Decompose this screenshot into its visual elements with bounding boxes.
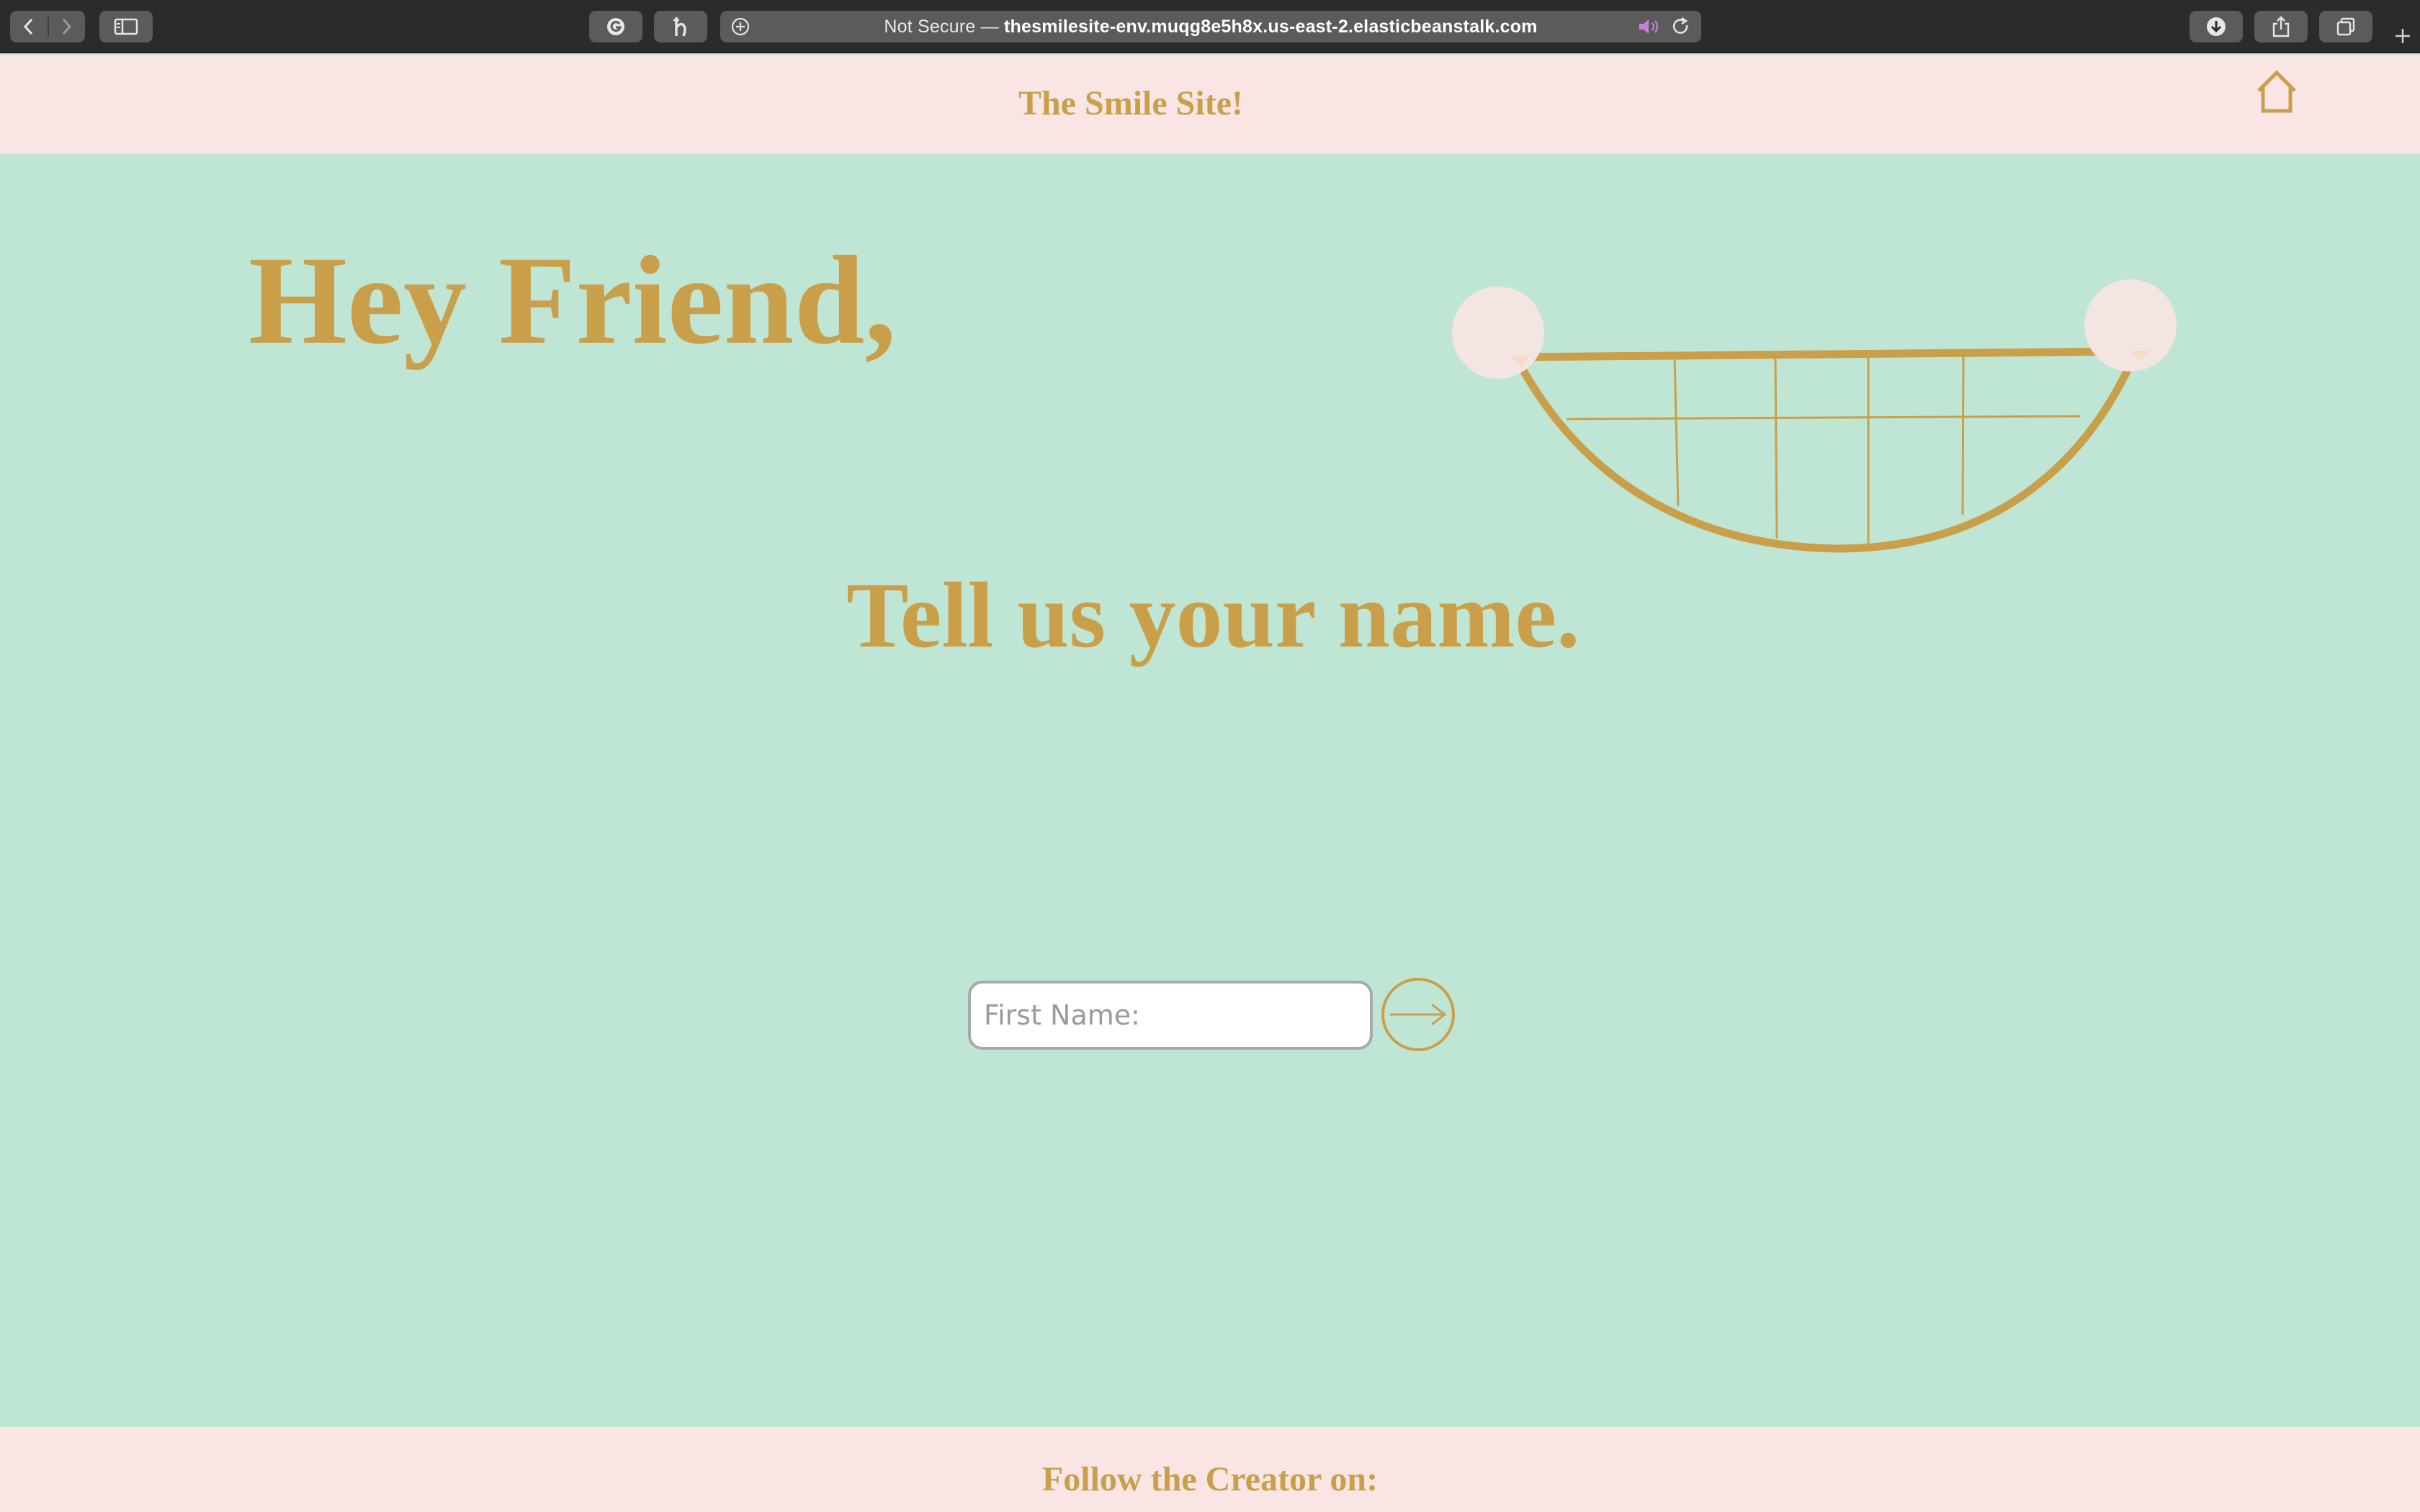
back-icon[interactable]	[10, 11, 48, 42]
address-bar[interactable]: Not Secure — thesmilesite-env.muqg8e5h8x…	[720, 11, 1701, 42]
left-dimple	[1452, 287, 1544, 379]
address-text[interactable]: Not Secure — thesmilesite-env.muqg8e5h8x…	[720, 11, 1701, 42]
smile-illustration	[1452, 279, 2177, 553]
share-icon[interactable]	[2254, 11, 2308, 42]
speaker-icon[interactable]	[1636, 11, 1662, 42]
teeth-line	[1566, 415, 2081, 420]
site-footer: Follow the Creator on:	[0, 1427, 2420, 1512]
site-title[interactable]: The Smile Site!	[1016, 84, 1246, 123]
grammarly-icon[interactable]	[589, 11, 642, 42]
forward-icon[interactable]	[48, 11, 85, 42]
browser-toolbar: Not Secure — thesmilesite-env.muqg8e5h8x…	[0, 0, 2420, 53]
site-header: The Smile Site!	[0, 55, 2420, 154]
smile-top-line	[1512, 347, 2141, 361]
address-security-label: Not Secure —	[884, 17, 999, 37]
arrow-right-icon	[1390, 1003, 1447, 1026]
honey-icon[interactable]	[654, 11, 707, 42]
new-tab-icon[interactable]	[2388, 22, 2417, 50]
submit-button[interactable]	[1381, 978, 1455, 1051]
tabs-overview-icon[interactable]	[2319, 11, 2372, 42]
home-icon[interactable]	[2254, 69, 2299, 117]
back-forward-group	[10, 11, 85, 42]
smile-mouth	[1512, 347, 2141, 553]
follow-creator-text: Follow the Creator on:	[1041, 1460, 1379, 1498]
greeting-heading: Hey Friend,	[248, 230, 897, 371]
first-name-input[interactable]	[968, 981, 1373, 1050]
address-host: thesmilesite-env.muqg8e5h8x.us-east-2.el…	[1003, 17, 1538, 37]
teeth-line	[1774, 355, 1778, 539]
name-prompt-heading: Tell us your name.	[846, 564, 1580, 667]
teeth-line	[1673, 356, 1680, 507]
download-icon[interactable]	[2190, 11, 2243, 42]
right-dimple	[2084, 279, 2177, 372]
reload-icon[interactable]	[1668, 11, 1694, 42]
sidebar-icon[interactable]	[99, 11, 153, 42]
